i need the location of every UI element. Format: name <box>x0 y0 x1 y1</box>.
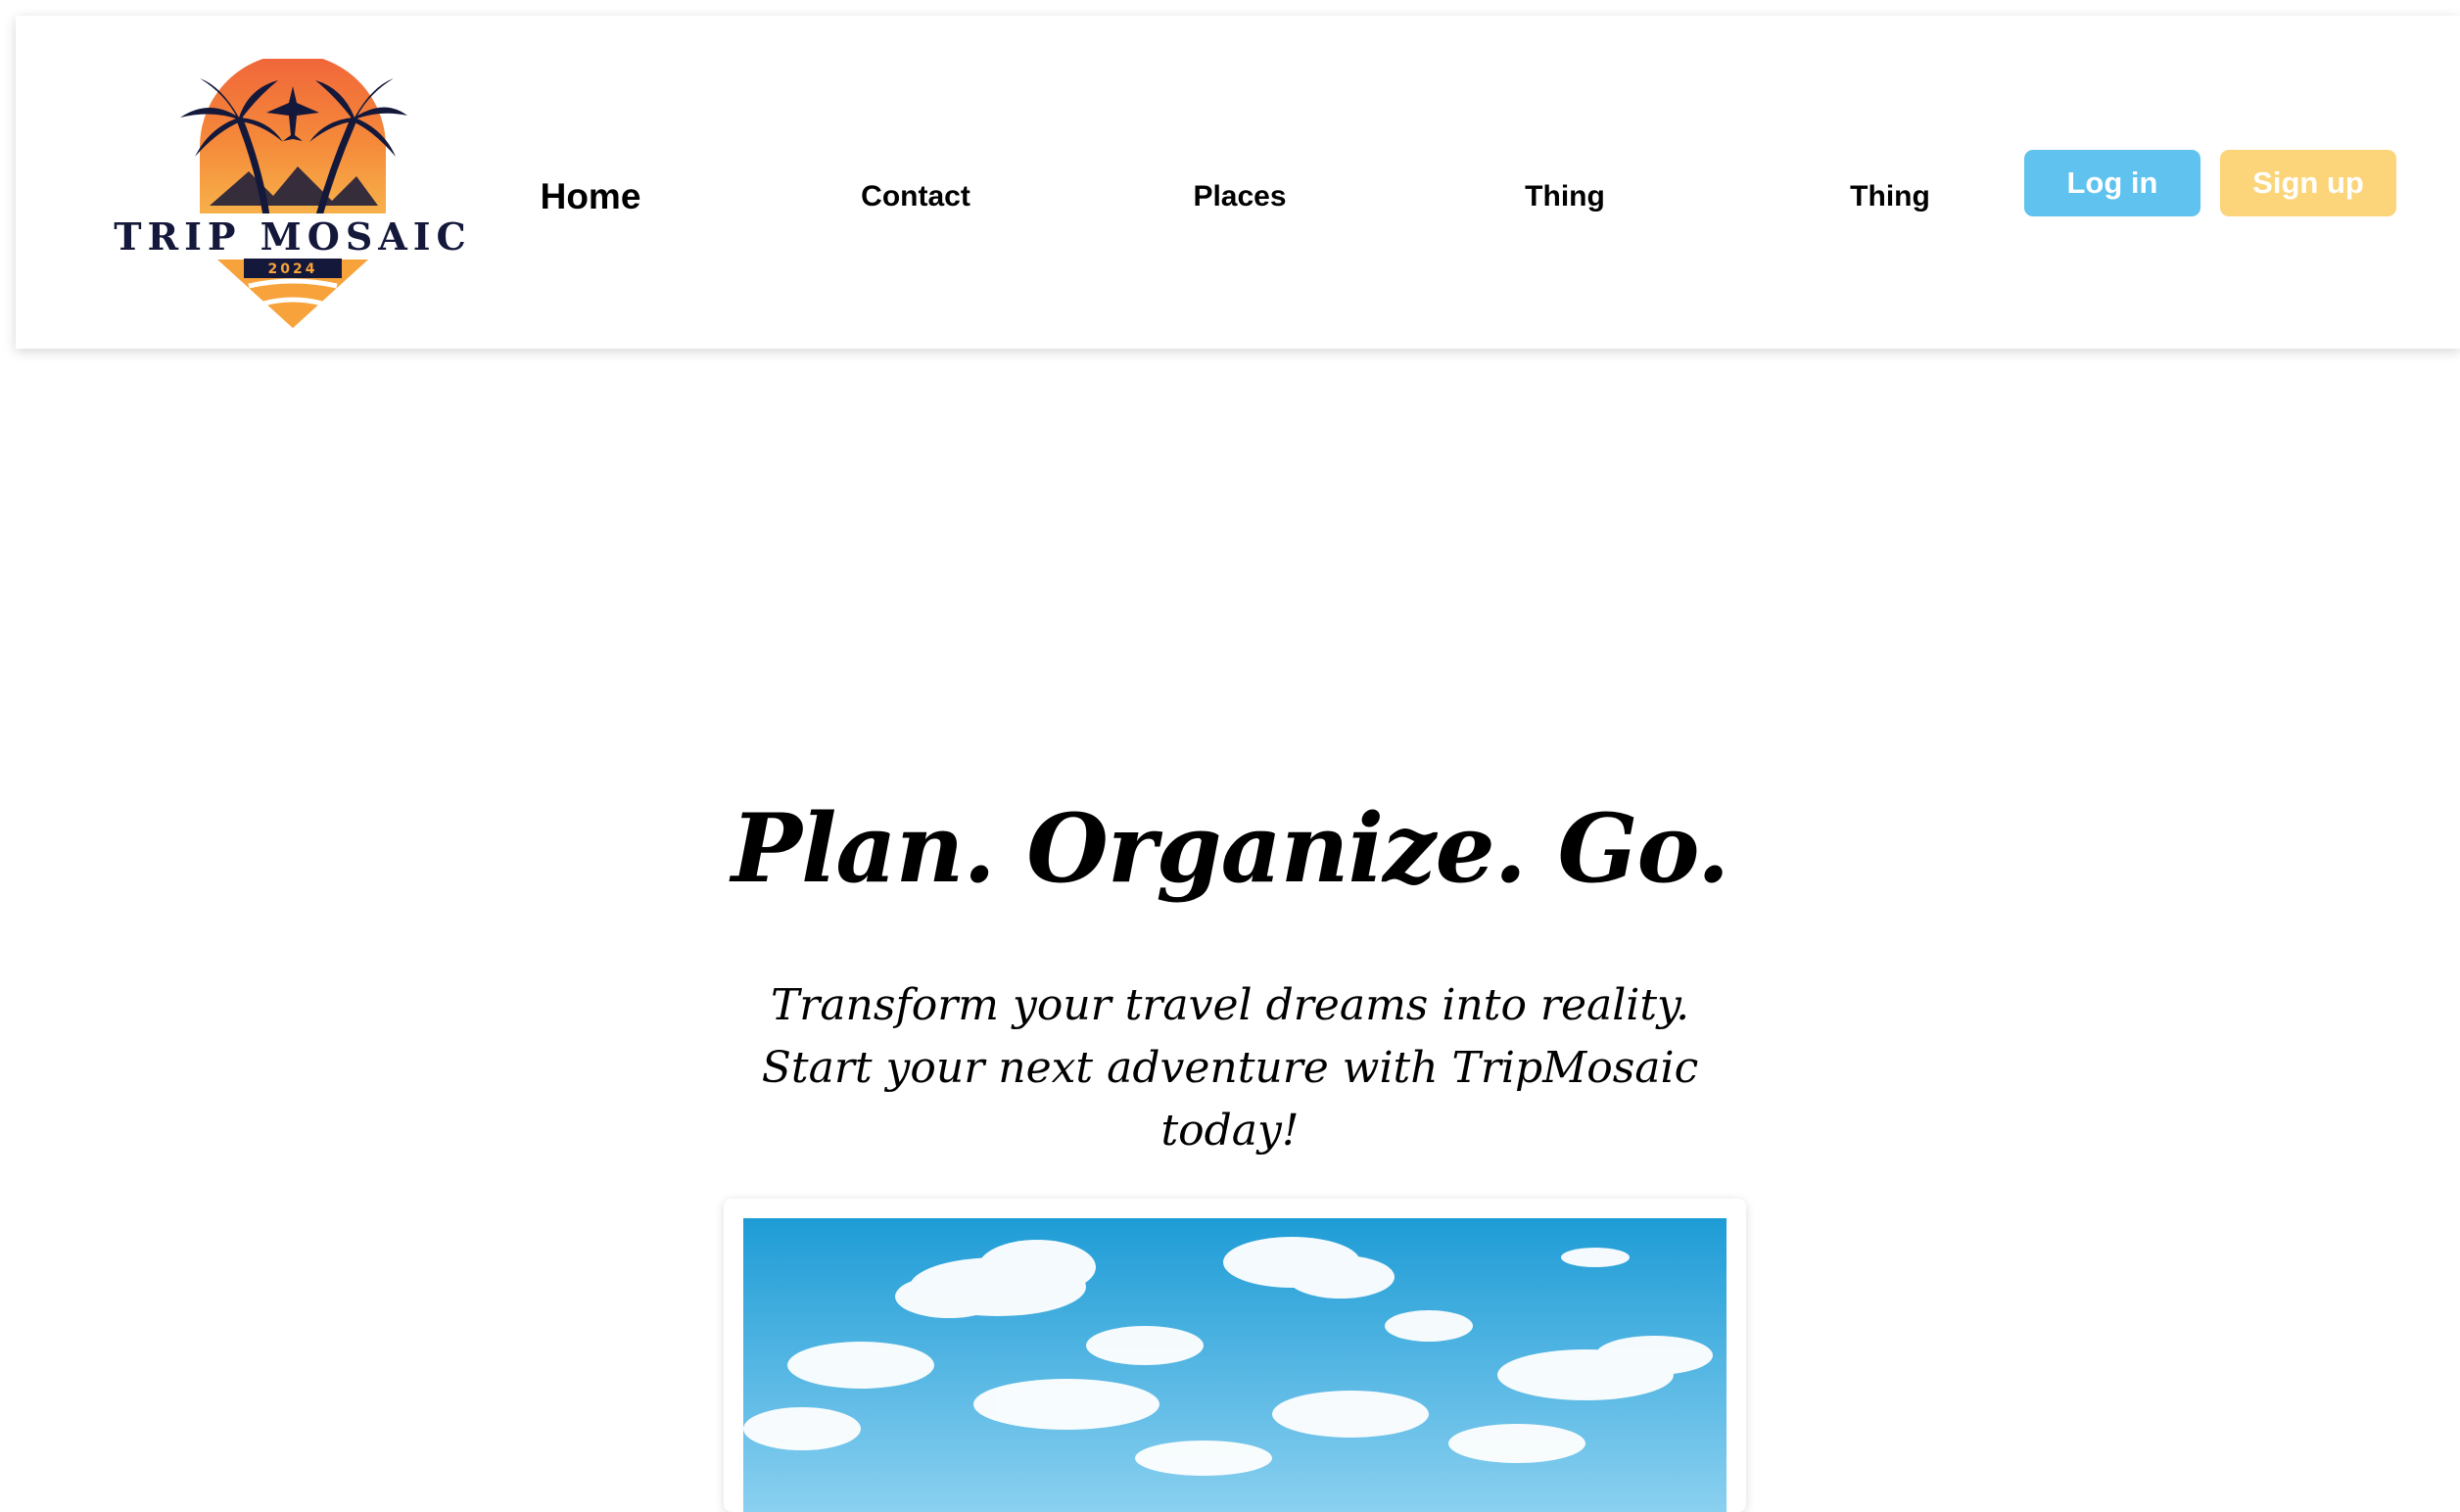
palm-trees-plane-sunset-logo-icon: TRIP MOSAIC 2024 <box>102 54 484 328</box>
nav-link-places[interactable]: Places <box>1193 180 1286 213</box>
logo-wordmark: TRIP MOSAIC <box>114 214 472 259</box>
login-button[interactable]: Log in <box>2024 150 2200 216</box>
signup-button[interactable]: Sign up <box>2220 150 2396 216</box>
nav-link-thing-1[interactable]: Thing <box>1525 180 1605 213</box>
hero-image-card <box>724 1199 1746 1512</box>
top-navbar: TRIP MOSAIC 2024 Home Contact Places Thi… <box>16 16 2460 349</box>
logo-year: 2024 <box>268 261 318 277</box>
sky-clouds-icon <box>743 1218 1727 1512</box>
nav-link-contact[interactable]: Contact <box>861 180 970 213</box>
nav-link-home[interactable]: Home <box>541 176 641 217</box>
hero-subtitle: Transform your travel dreams into realit… <box>761 980 1699 1156</box>
trip-mosaic-logo[interactable]: TRIP MOSAIC 2024 <box>102 54 484 331</box>
hero-title: Plan. Organize. Go. <box>731 793 1729 904</box>
nav-link-thing-2[interactable]: Thing <box>1850 180 1930 213</box>
sky-clouds-photo <box>743 1218 1727 1512</box>
